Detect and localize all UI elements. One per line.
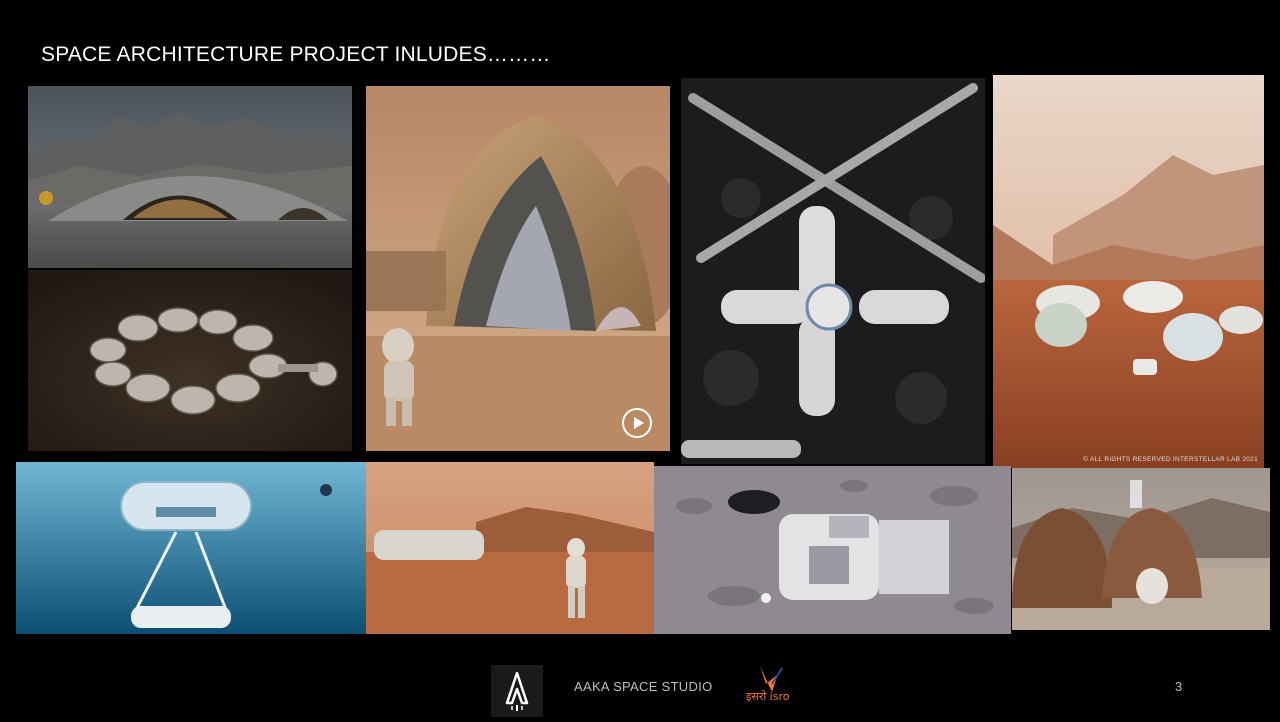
page-number: 3 (1175, 679, 1183, 694)
image-underwater-habitat (16, 462, 366, 634)
image-mars-greenhouse-pods: © ALL RIGHTS RESERVED INTERSTELLAR LAB 2… (993, 75, 1264, 468)
image-lunar-base-top-view (681, 78, 985, 464)
slide-title: SPACE ARCHITECTURE PROJECT INLUDES……… (41, 43, 551, 66)
aaka-logo (491, 665, 543, 717)
image-lunar-surface-module (654, 466, 1011, 634)
studio-name: AAKA SPACE STUDIO (574, 679, 713, 694)
image-dome-habitat-landscape (28, 86, 352, 268)
isro-logo-text: इसरो isro (746, 690, 790, 703)
image-mars-shell-habitat (366, 86, 670, 451)
isro-logo: इसरो isro (744, 662, 802, 706)
image-modular-pod-ring (28, 270, 352, 451)
image-mars-module-astronaut (366, 462, 654, 634)
image-printed-domes (1012, 468, 1270, 630)
image-copyright-caption: © ALL RIGHTS RESERVED INTERSTELLAR LAB 2… (1083, 456, 1258, 463)
play-button[interactable] (622, 408, 652, 438)
